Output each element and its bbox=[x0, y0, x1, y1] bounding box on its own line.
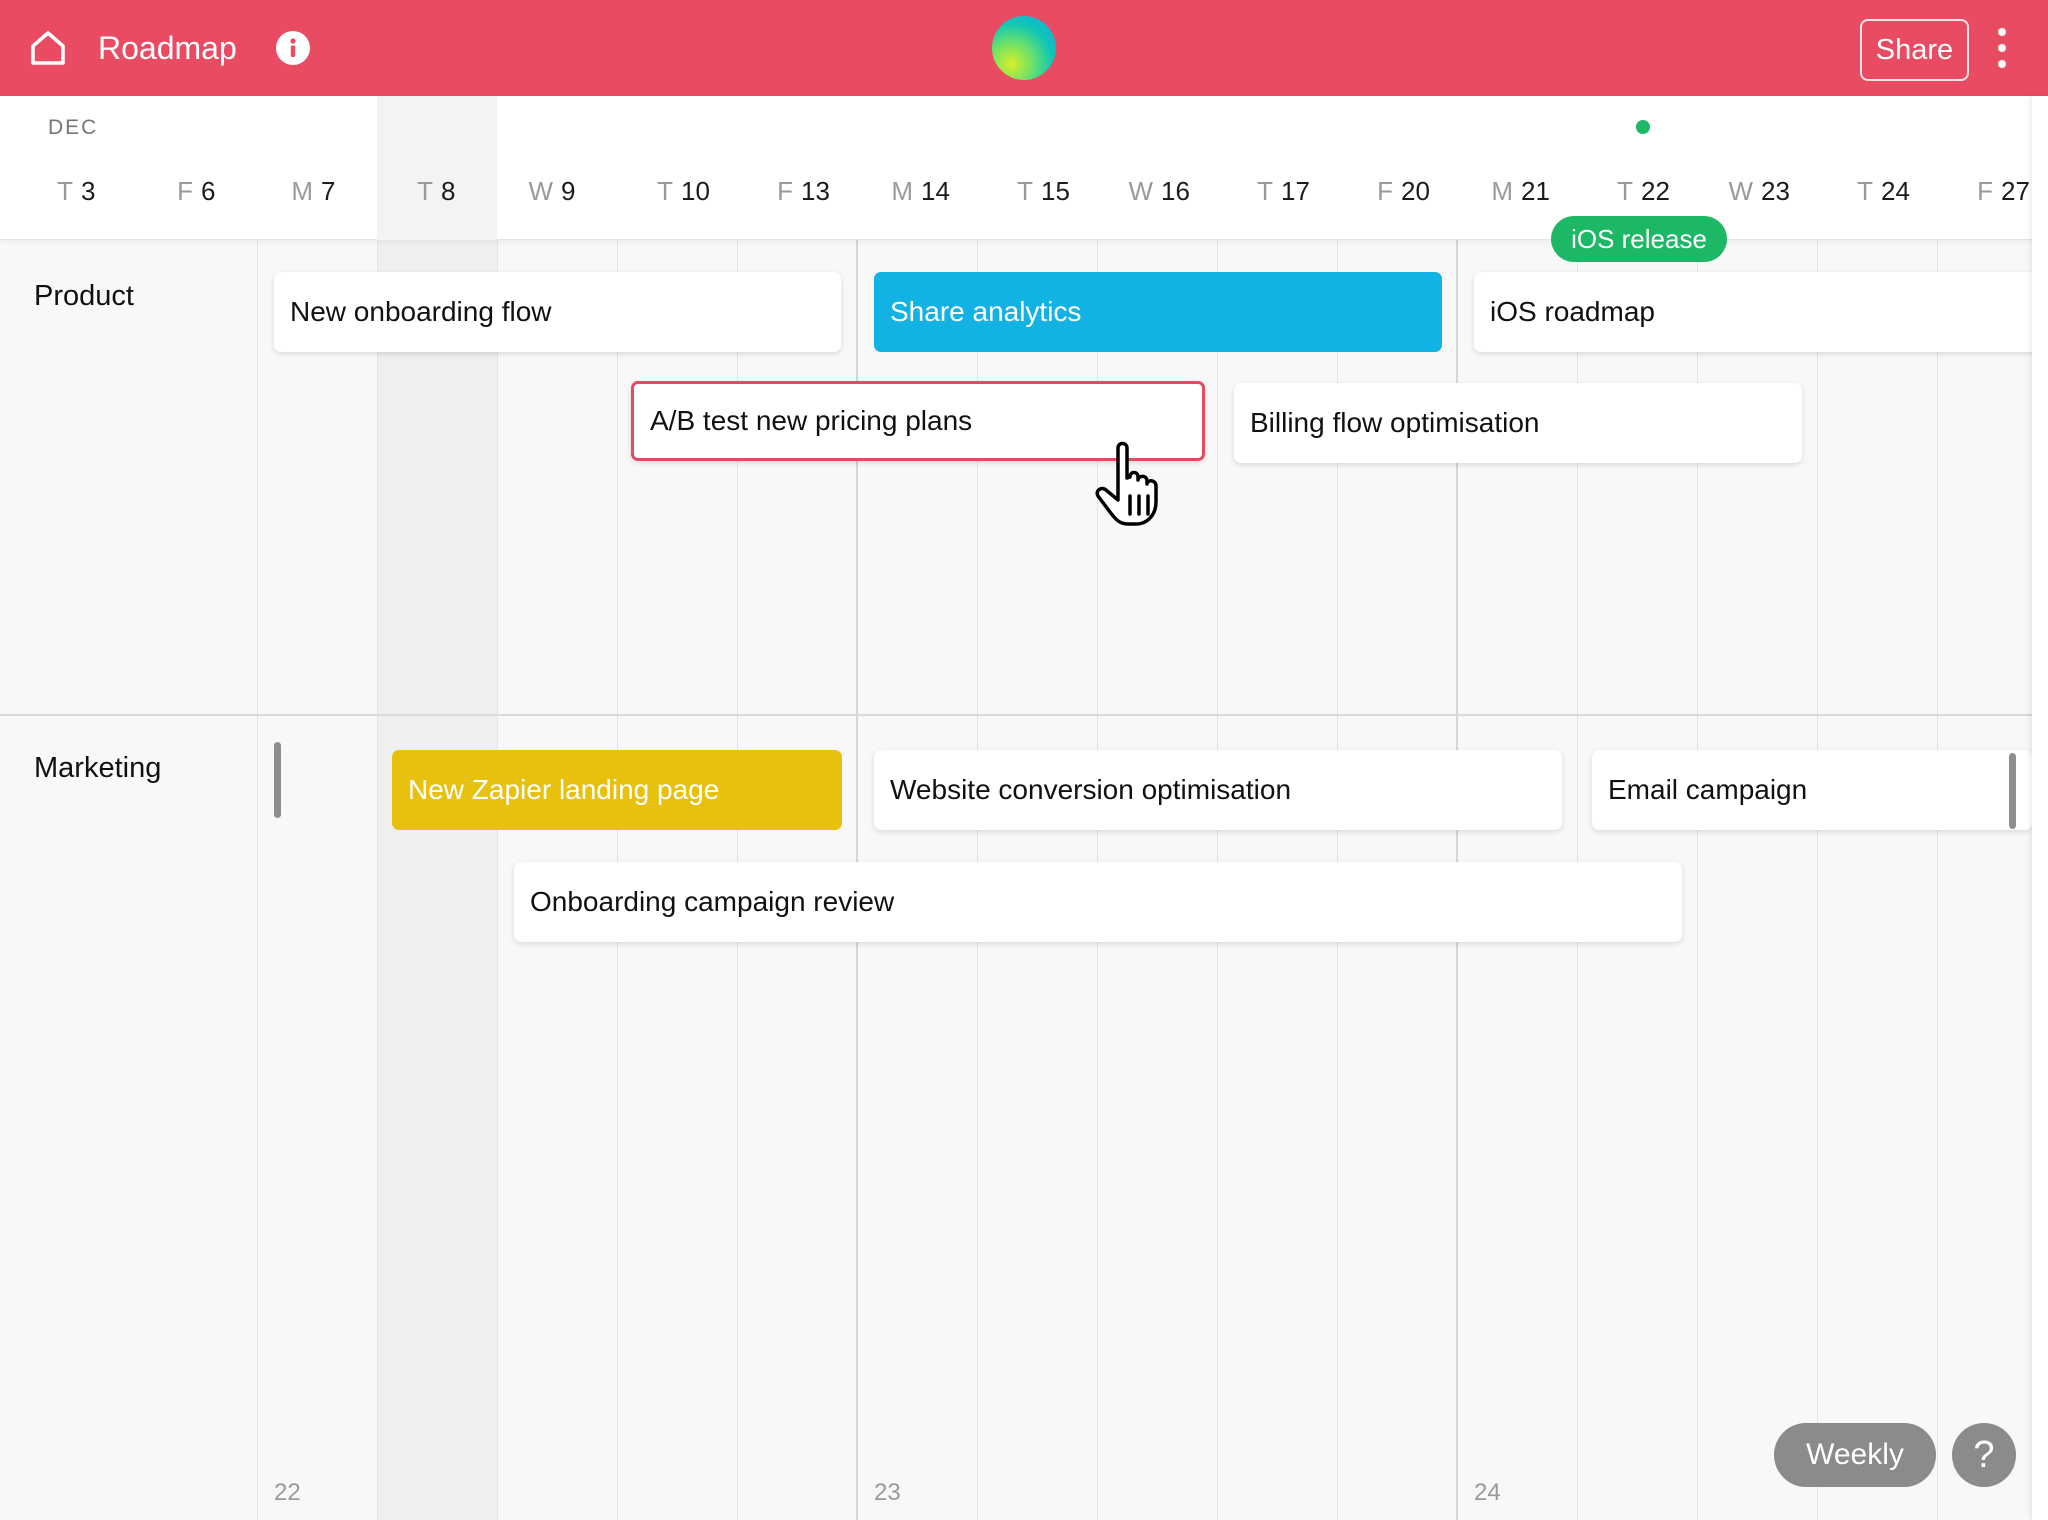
group-label-column bbox=[0, 240, 258, 1520]
weekday-label: F bbox=[1977, 176, 1993, 206]
week-number: 24 bbox=[1474, 1479, 1501, 1506]
day-header: T 17 bbox=[1217, 176, 1337, 206]
resize-handle[interactable] bbox=[2009, 753, 2016, 829]
week-number: 23 bbox=[874, 1479, 901, 1506]
weekday-label: T bbox=[57, 176, 73, 206]
milestone-marker-icon[interactable] bbox=[1636, 120, 1650, 134]
day-header: M 14 bbox=[857, 176, 977, 206]
weekday-label: M bbox=[891, 176, 913, 206]
card-website-conversion[interactable]: Website conversion optimisation bbox=[874, 750, 1562, 830]
weekday-label: T bbox=[1617, 176, 1633, 206]
day-number: 15 bbox=[1041, 176, 1070, 206]
share-button[interactable]: Share bbox=[1860, 19, 1969, 81]
grid-line bbox=[1817, 240, 1818, 1520]
card-new-onboarding-flow[interactable]: New onboarding flow bbox=[274, 272, 841, 352]
weekday-label: W bbox=[1128, 176, 1153, 206]
weekday-label: T bbox=[657, 176, 673, 206]
weekday-label: M bbox=[1491, 176, 1513, 206]
day-number: 6 bbox=[201, 176, 216, 206]
group-label-marketing[interactable]: Marketing bbox=[34, 750, 161, 786]
weekday-label: T bbox=[1017, 176, 1033, 206]
day-number: 16 bbox=[1161, 176, 1190, 206]
day-number: 8 bbox=[441, 176, 456, 206]
grid-line bbox=[377, 240, 378, 1520]
card-zapier-landing[interactable]: New Zapier landing page bbox=[392, 750, 842, 830]
info-icon[interactable] bbox=[276, 31, 310, 65]
weekday-label: T bbox=[417, 176, 433, 206]
page-title: Roadmap bbox=[98, 30, 237, 66]
day-header: W 23 bbox=[1697, 176, 1817, 206]
weekday-label: T bbox=[1857, 176, 1873, 206]
card-email-campaign[interactable]: Email campaign bbox=[1592, 750, 2032, 830]
weekday-label: W bbox=[1728, 176, 1753, 206]
weekday-label: F bbox=[777, 176, 793, 206]
weekday-label: M bbox=[291, 176, 313, 206]
day-number: 27 bbox=[2001, 176, 2030, 206]
day-number: 24 bbox=[1881, 176, 1910, 206]
day-header: T8 bbox=[377, 176, 497, 206]
day-number: 7 bbox=[321, 176, 336, 206]
day-header: W9 bbox=[497, 176, 617, 206]
day-header: M7 bbox=[257, 176, 377, 206]
card-share-analytics[interactable]: Share analytics bbox=[874, 272, 1442, 352]
card-onboarding-review[interactable]: Onboarding campaign review bbox=[514, 862, 1682, 942]
timeline-header: DEC T3 F6 M7 T8 W9 T 10 F 13 M 14 T 15 W 16 T… bbox=[0, 96, 2032, 240]
day-number: 22 bbox=[1641, 176, 1670, 206]
day-header: T 22 bbox=[1577, 176, 1697, 206]
day-header: F 13 bbox=[737, 176, 857, 206]
more-vertical-icon[interactable] bbox=[1988, 26, 2016, 70]
avatar[interactable] bbox=[992, 16, 1056, 80]
week-number: 22 bbox=[274, 1479, 301, 1506]
day-header: T 24 bbox=[1817, 176, 1937, 206]
today-column-highlight bbox=[377, 96, 497, 240]
row-divider bbox=[0, 714, 2032, 716]
month-label: DEC bbox=[48, 116, 99, 139]
weekday-label: T bbox=[1257, 176, 1273, 206]
weekday-label: F bbox=[1377, 176, 1393, 206]
card-ios-roadmap[interactable]: iOS roadmap bbox=[1474, 272, 2032, 352]
roadmap-board: Product Marketing New onboarding flow Sh… bbox=[0, 240, 2032, 1520]
day-number: 23 bbox=[1761, 176, 1790, 206]
day-number: 21 bbox=[1521, 176, 1550, 206]
day-number: 9 bbox=[561, 176, 576, 206]
view-mode-button[interactable]: Weekly bbox=[1774, 1423, 1936, 1487]
help-button[interactable]: ? bbox=[1952, 1423, 2016, 1487]
milestone-pill[interactable]: iOS release bbox=[1551, 216, 1727, 262]
day-header: M 21 bbox=[1457, 176, 1577, 206]
day-number: 13 bbox=[801, 176, 830, 206]
day-header: W 16 bbox=[1097, 176, 1217, 206]
top-bar: Roadmap Share bbox=[0, 0, 2048, 96]
day-header: T 10 bbox=[617, 176, 737, 206]
today-column-highlight bbox=[377, 240, 497, 1520]
home-icon[interactable] bbox=[28, 28, 68, 68]
hand-pointer-icon bbox=[1092, 440, 1172, 530]
scroll-edge bbox=[2032, 96, 2048, 1520]
day-header: F 20 bbox=[1337, 176, 1457, 206]
grid-line bbox=[497, 240, 498, 1520]
day-number: 20 bbox=[1401, 176, 1430, 206]
weekday-label: W bbox=[528, 176, 553, 206]
grid-line bbox=[1937, 240, 1938, 1520]
day-number: 17 bbox=[1281, 176, 1310, 206]
day-header: T 15 bbox=[977, 176, 1097, 206]
weekday-label: F bbox=[177, 176, 193, 206]
group-label-product[interactable]: Product bbox=[34, 278, 134, 314]
day-number: 14 bbox=[921, 176, 950, 206]
card-billing-flow[interactable]: Billing flow optimisation bbox=[1234, 383, 1802, 463]
day-header: F6 bbox=[137, 176, 257, 206]
day-header: T3 bbox=[17, 176, 137, 206]
day-number: 3 bbox=[81, 176, 96, 206]
resize-handle[interactable] bbox=[274, 742, 281, 818]
day-number: 10 bbox=[681, 176, 710, 206]
